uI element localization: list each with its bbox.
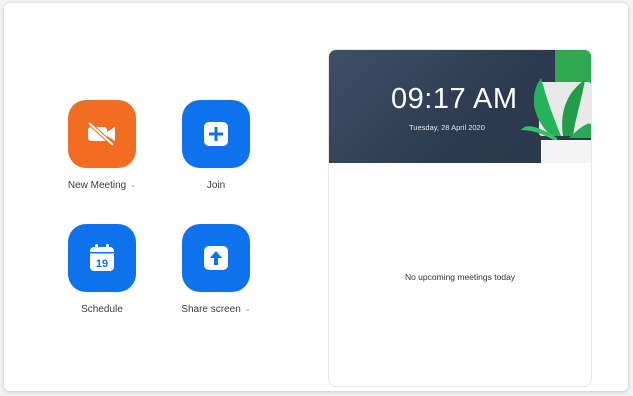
join-label: Join <box>206 180 226 191</box>
calendar-icon: 19 <box>90 244 114 271</box>
no-meetings-message: No upcoming meetings today <box>404 272 516 282</box>
current-date: Tuesday, 28 April 2020 <box>409 123 485 132</box>
new-meeting-button[interactable] <box>68 100 136 168</box>
new-meeting-tile: New Meeting ⌄ <box>52 100 152 191</box>
plus-icon <box>204 122 228 146</box>
clock-banner: 09:17 AM Tuesday, 28 April 2020 <box>329 50 591 163</box>
calendar-day: 19 <box>96 258 108 270</box>
new-meeting-label: New Meeting ⌄ <box>67 180 137 191</box>
schedule-button[interactable]: 19 <box>68 224 136 292</box>
zoom-home-window: New Meeting ⌄ Join 19 Schedule Share scr… <box>4 3 628 391</box>
chevron-down-icon[interactable]: ⌄ <box>245 306 251 313</box>
upload-arrow-icon <box>204 246 228 270</box>
current-time: 09:17 AM <box>391 83 518 115</box>
schedule-label: Schedule <box>81 304 123 315</box>
share-screen-tile: Share screen ⌄ <box>166 224 266 315</box>
share-screen-button[interactable] <box>182 224 250 292</box>
video-off-icon <box>87 121 115 147</box>
join-tile: Join <box>166 100 266 191</box>
share-screen-label: Share screen ⌄ <box>181 304 251 315</box>
upcoming-meetings-panel: 09:17 AM Tuesday, 28 April 2020 No upcom… <box>328 49 592 387</box>
chevron-down-icon[interactable]: ⌄ <box>130 182 136 189</box>
schedule-tile: 19 Schedule <box>52 224 152 315</box>
join-button[interactable] <box>182 100 250 168</box>
plant-illustration <box>521 50 591 163</box>
